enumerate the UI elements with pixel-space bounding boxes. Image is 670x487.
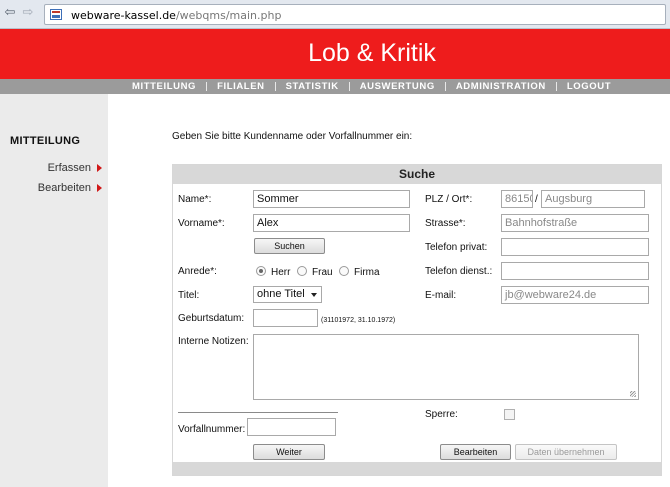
bearbeiten-button[interactable]: Bearbeiten <box>440 444 511 460</box>
vorfallnummer-input[interactable] <box>247 418 336 436</box>
panel-title: Suche <box>173 165 661 184</box>
titel-label: Titel: <box>178 290 200 301</box>
arrow-right-icon <box>97 184 102 192</box>
forward-arrow-icon[interactable]: ⇨ <box>21 6 35 20</box>
site-title: Lob & Kritik <box>308 39 436 67</box>
browser-toolbar: ⇦ ⇨ webware-kassel.de/webqms/main.php <box>0 0 670 29</box>
search-panel: Suche Name*: Sommer Vorname*: Alex Suche… <box>172 164 662 476</box>
geburtsdatum-hint: (31101972, 31.10.1972) <box>321 317 396 324</box>
menu-item-logout[interactable]: LOGOUT <box>557 79 621 94</box>
sidebar-link-label: Bearbeiten <box>37 182 91 194</box>
anrede-radio-firma[interactable] <box>339 266 349 276</box>
anrede-label: Anrede*: <box>178 266 217 277</box>
sidebar-link-bearbeiten[interactable]: Bearbeiten <box>37 182 102 194</box>
sperre-label: Sperre: <box>425 409 458 420</box>
strasse-label: Strasse*: <box>425 218 466 229</box>
telefon-dienst-label: Telefon dienst.: <box>425 266 493 277</box>
panel-footer <box>173 462 661 475</box>
url-text: webware-kassel.de/webqms/main.php <box>71 9 281 22</box>
anrede-option-herr: Herr <box>271 267 291 278</box>
divider <box>178 412 338 413</box>
ort-input[interactable]: Augsburg <box>541 190 645 208</box>
anrede-radio-herr[interactable] <box>256 266 266 276</box>
geburtsdatum-input[interactable] <box>253 309 318 327</box>
vorname-input[interactable]: Alex <box>253 214 410 232</box>
suchen-button[interactable]: Suchen <box>254 238 325 254</box>
resize-grip-icon[interactable] <box>630 391 636 397</box>
sidebar: MITTEILUNG Erfassen Bearbeiten <box>0 94 108 487</box>
menu-item-mitteilung[interactable]: MITTEILUNG <box>122 79 206 94</box>
titel-select[interactable]: ohne Titel <box>253 286 322 303</box>
instruction-text: Geben Sie bitte Kundenname oder Vorfalln… <box>172 131 413 142</box>
name-label: Name*: <box>178 194 212 205</box>
plz-ort-label: PLZ / Ort*: <box>425 194 473 205</box>
url-host: webware-kassel.de <box>71 9 176 22</box>
geburtsdatum-label: Geburtsdatum: <box>178 313 245 324</box>
daten-uebernehmen-button[interactable]: Daten übernehmen <box>515 444 617 460</box>
plz-ort-separator: / <box>535 194 538 205</box>
weiter-button[interactable]: Weiter <box>253 444 325 460</box>
menu-item-administration[interactable]: ADMINISTRATION <box>446 79 556 94</box>
anrede-option-frau: Frau <box>312 267 333 278</box>
telefon-privat-input[interactable] <box>501 238 649 256</box>
strasse-input[interactable]: Bahnhofstraße <box>501 214 649 232</box>
vorfallnummer-label: Vorfallnummer: <box>178 424 246 435</box>
site-favicon-icon <box>50 9 62 20</box>
notizen-label: Interne Notizen: <box>178 336 249 347</box>
chevron-down-icon <box>311 293 317 297</box>
main-menu: MITTEILUNG FILIALEN STATISTIK AUSWERTUNG… <box>0 79 670 94</box>
anrede-radio-frau[interactable] <box>297 266 307 276</box>
notizen-textarea[interactable] <box>253 334 639 400</box>
sperre-checkbox[interactable] <box>504 409 515 420</box>
name-input[interactable]: Sommer <box>253 190 410 208</box>
site-header: Lob & Kritik <box>0 29 670 79</box>
telefon-privat-label: Telefon privat: <box>425 242 488 253</box>
anrede-option-firma: Firma <box>354 267 380 278</box>
sidebar-link-label: Erfassen <box>47 162 91 174</box>
sidebar-link-erfassen[interactable]: Erfassen <box>47 162 102 174</box>
titel-select-value: ohne Titel <box>257 288 305 300</box>
menu-item-filialen[interactable]: FILIALEN <box>207 79 275 94</box>
arrow-right-icon <box>97 164 102 172</box>
address-bar[interactable]: webware-kassel.de/webqms/main.php <box>44 4 666 25</box>
menu-item-statistik[interactable]: STATISTIK <box>276 79 349 94</box>
telefon-dienst-input[interactable] <box>501 262 649 280</box>
email-label: E-mail: <box>425 290 457 301</box>
back-arrow-icon[interactable]: ⇦ <box>3 6 17 20</box>
email-input[interactable]: jb@webware24.de <box>501 286 649 304</box>
plz-input[interactable]: 86150 <box>501 190 533 208</box>
menu-item-auswertung[interactable]: AUSWERTUNG <box>350 79 445 94</box>
url-path: /webqms/main.php <box>175 9 282 22</box>
vorname-label: Vorname*: <box>178 218 225 229</box>
sidebar-heading: MITTEILUNG <box>10 135 81 147</box>
